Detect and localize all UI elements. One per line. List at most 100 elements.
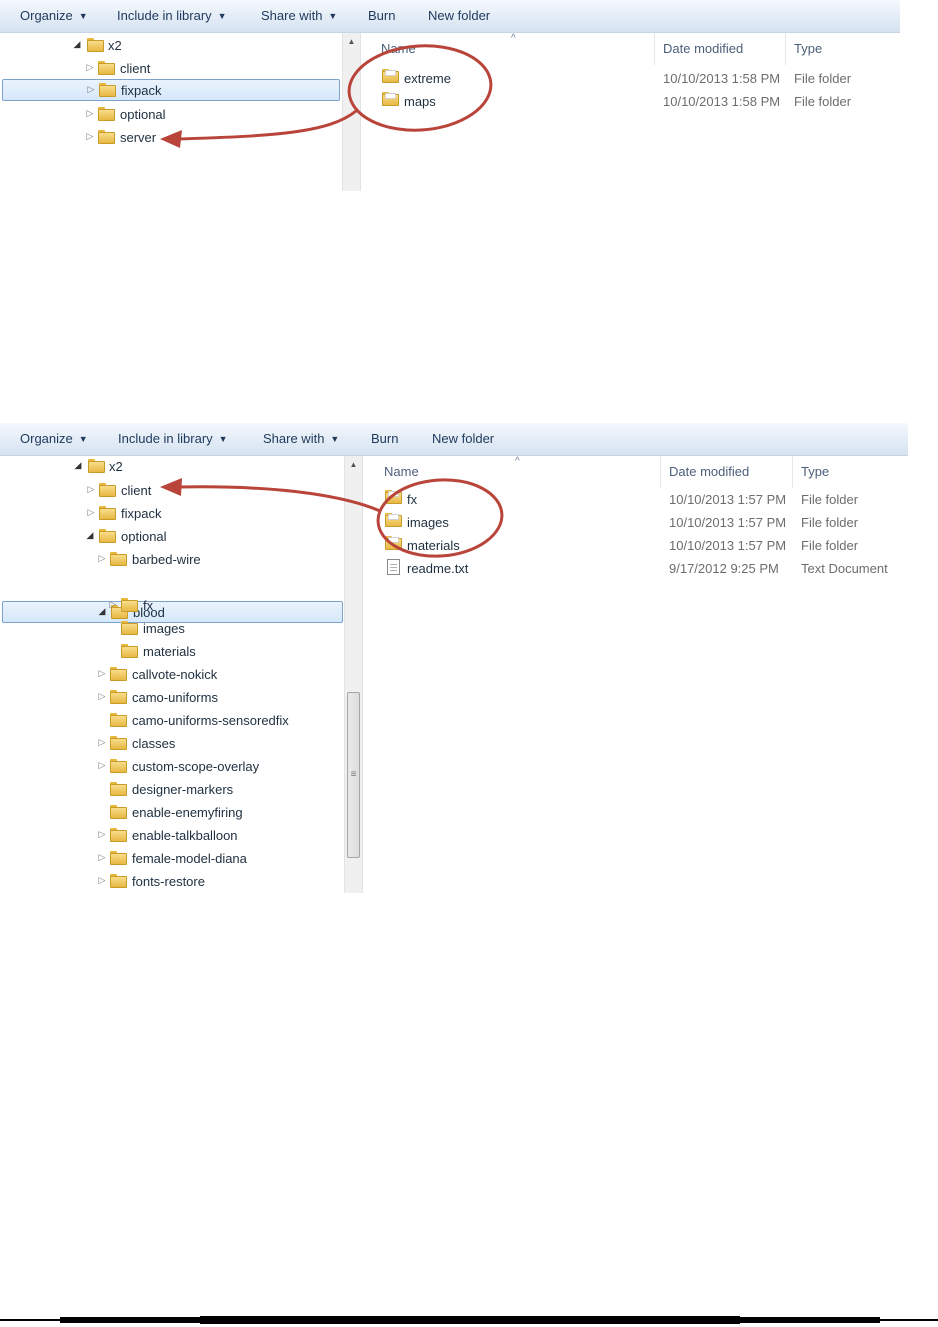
folder-icon <box>99 506 116 520</box>
tree-item-x2[interactable]: ◢ x2 <box>0 35 340 56</box>
tree-item-fx[interactable]: ▷ fx <box>0 595 342 616</box>
folder-icon <box>99 83 116 97</box>
file-date: 9/17/2012 9:25 PM <box>669 561 779 576</box>
burn-button[interactable]: Burn <box>371 431 398 446</box>
new-folder-button[interactable]: New folder <box>432 431 494 446</box>
nav-scrollbar[interactable]: ▲ ≡ <box>344 456 363 893</box>
column-divider <box>654 33 655 65</box>
tree-item-label: designer-markers <box>132 782 234 797</box>
tree-item-label: fx <box>143 598 154 613</box>
column-header-type[interactable]: Type <box>801 464 829 479</box>
share-with-button[interactable]: Share with ▼ <box>261 8 337 23</box>
tree-item-label: classes <box>132 736 176 751</box>
expand-arrow-icon[interactable]: ▷ <box>97 553 107 564</box>
tree-item-female-model-diana[interactable]: ▷ female-model-diana <box>0 848 342 869</box>
folder-icon <box>110 736 127 750</box>
tree-item-materials[interactable]: materials <box>0 641 342 662</box>
folder-icon <box>110 667 127 681</box>
folder-icon <box>98 61 115 75</box>
organize-button[interactable]: Organize ▼ <box>20 8 88 23</box>
expand-arrow-icon[interactable]: ▷ <box>108 599 118 610</box>
grip-icon: ≡ <box>350 769 357 780</box>
dropdown-arrow-icon: ▼ <box>328 11 338 21</box>
tree-item-label: fonts-restore <box>132 874 205 889</box>
expand-arrow-icon[interactable]: ▷ <box>97 691 107 702</box>
expand-arrow-icon[interactable]: ▷ <box>85 131 95 142</box>
tree-item-optional[interactable]: ◢ optional <box>0 526 342 547</box>
tree-item-label: client <box>120 61 151 76</box>
expand-arrow-icon[interactable]: ▷ <box>97 737 107 748</box>
tree-item-label: optional <box>121 529 167 544</box>
column-header-type[interactable]: Type <box>794 41 822 56</box>
burn-button[interactable]: Burn <box>368 8 395 23</box>
tree-item-barbed-wire[interactable]: ▷ barbed-wire <box>0 549 342 570</box>
nav-scrollbar[interactable]: ▲ <box>342 33 361 191</box>
folder-icon <box>385 536 402 550</box>
file-name: extreme <box>404 71 451 86</box>
column-header-date-modified[interactable]: Date modified <box>663 41 743 56</box>
file-name: fx <box>407 492 418 507</box>
column-header-name[interactable]: Name <box>384 464 419 479</box>
share-with-button[interactable]: Share with ▼ <box>263 431 339 446</box>
folder-icon <box>99 529 116 543</box>
tree-item-server[interactable]: ▷ server <box>0 127 340 148</box>
dropdown-arrow-icon: ▼ <box>78 434 88 444</box>
expand-arrow-icon[interactable]: ▷ <box>97 852 107 863</box>
scroll-up-icon[interactable]: ▲ <box>343 37 360 46</box>
tree-item-camo-uniforms-sensoredfix[interactable]: camo-uniforms-sensoredfix <box>0 710 342 731</box>
folder-icon <box>382 69 399 83</box>
column-header-name[interactable]: Name <box>381 41 416 56</box>
file-list[interactable]: ^ Name Date modified Type extreme 10/10/… <box>361 33 900 191</box>
tree-item-fonts-restore[interactable]: ▷ fonts-restore <box>0 871 342 892</box>
tree-item-enable-talkballoon[interactable]: ▷ enable-talkballoon <box>0 825 342 846</box>
sort-ascending-icon: ^ <box>515 456 520 467</box>
expand-arrow-icon[interactable]: ▷ <box>85 108 95 119</box>
expand-arrow-icon[interactable]: ▷ <box>86 484 96 495</box>
include-in-library-button[interactable]: Include in library ▼ <box>117 8 227 23</box>
expand-arrow-icon[interactable]: ▷ <box>97 668 107 679</box>
file-list[interactable]: ^ Name Date modified Type fx 10/10/2013 … <box>363 456 908 893</box>
tree-item-enable-enemyfiring[interactable]: enable-enemyfiring <box>0 802 342 823</box>
navigation-pane[interactable]: ◢ x2 ▷ client ▷ fixpack ▷ optional ▷ ser… <box>0 33 342 191</box>
tree-item-designer-markers[interactable]: designer-markers <box>0 779 342 800</box>
tree-item-optional[interactable]: ▷ optional <box>0 104 340 125</box>
navigation-pane[interactable]: ◢ x2 ▷ client ▷ fixpack ◢ optional ▷ bar… <box>0 456 344 893</box>
expand-arrow-icon[interactable]: ▷ <box>85 62 95 73</box>
include-in-library-button[interactable]: Include in library ▼ <box>118 431 228 446</box>
tree-item-callvote-nokick[interactable]: ▷ callvote-nokick <box>0 664 342 685</box>
folder-icon <box>121 621 138 635</box>
expand-arrow-icon[interactable]: ▷ <box>86 84 96 95</box>
expand-arrow-icon[interactable]: ▷ <box>97 875 107 886</box>
collapse-arrow-icon[interactable]: ◢ <box>73 460 83 471</box>
command-bar: Organize ▼ Include in library ▼ Share with… <box>0 0 900 33</box>
column-header-date-modified[interactable]: Date modified <box>669 464 749 479</box>
tree-item-fixpack[interactable]: ▷ fixpack <box>0 503 342 524</box>
scrollbar-thumb[interactable]: ≡ <box>347 692 360 858</box>
tree-item-camo-uniforms[interactable]: ▷ camo-uniforms <box>0 687 342 708</box>
folder-icon <box>385 513 402 527</box>
folder-icon <box>110 759 127 773</box>
file-type: File folder <box>801 492 859 507</box>
collapse-arrow-icon[interactable]: ◢ <box>72 39 82 50</box>
organize-button[interactable]: Organize ▼ <box>20 431 88 446</box>
scroll-up-icon[interactable]: ▲ <box>345 460 362 469</box>
expand-arrow-icon[interactable]: ▷ <box>97 760 107 771</box>
tree-item-label: images <box>143 621 185 636</box>
tree-item-x2[interactable]: ◢ x2 <box>0 456 342 477</box>
new-folder-button[interactable]: New folder <box>428 8 490 23</box>
file-type: File folder <box>801 538 859 553</box>
column-divider <box>785 33 786 65</box>
tree-item-label: camo-uniforms-sensoredfix <box>132 713 289 728</box>
tree-item-images[interactable]: images <box>0 618 342 639</box>
expand-arrow-icon[interactable]: ▷ <box>86 507 96 518</box>
collapse-arrow-icon[interactable]: ◢ <box>85 530 95 541</box>
tree-item-client[interactable]: ▷ client <box>0 480 342 501</box>
tree-item-fixpack[interactable]: ▷ fixpack <box>2 79 340 101</box>
folder-icon <box>88 459 105 473</box>
tree-item-custom-scope-overlay[interactable]: ▷ custom-scope-overlay <box>0 756 342 777</box>
file-type: File folder <box>794 94 852 109</box>
expand-arrow-icon[interactable]: ▷ <box>97 829 107 840</box>
tree-item-classes[interactable]: ▷ classes <box>0 733 342 754</box>
tree-item-client[interactable]: ▷ client <box>0 58 340 79</box>
dropdown-arrow-icon: ▼ <box>78 11 88 21</box>
